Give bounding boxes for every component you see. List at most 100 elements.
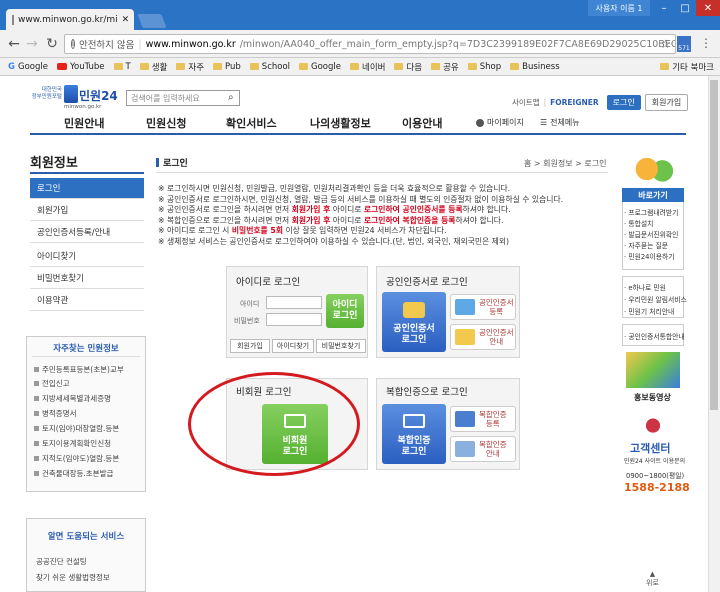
cert-guide-button[interactable]: 공인인증서 안내 bbox=[450, 324, 516, 350]
cert-register-button[interactable]: 공인인증서 등록 bbox=[450, 294, 516, 320]
quick-link[interactable]: · 통합설치 bbox=[624, 218, 653, 228]
quick-link[interactable]: · 자주묻는 질문 bbox=[624, 240, 668, 250]
reload-icon[interactable]: ↻ bbox=[44, 35, 60, 53]
bookmark-folder[interactable]: Business bbox=[510, 62, 560, 72]
allmenu-label: 전체메뉴 bbox=[550, 118, 580, 127]
quick-link[interactable]: · 발급문서진위확인 bbox=[624, 229, 678, 239]
scrollbar-thumb[interactable] bbox=[710, 80, 718, 410]
back-icon[interactable]: ← bbox=[6, 35, 22, 53]
find-id-button[interactable]: 아이디찾기 bbox=[272, 339, 314, 353]
help-item[interactable]: 공공진단 컨설팅 bbox=[36, 556, 87, 567]
site-logo[interactable]: 대한민국 정부민원포털 민원24 minwon.go.kr bbox=[30, 85, 120, 111]
login-button[interactable]: 로그인 bbox=[606, 95, 641, 110]
nav-usage-guide[interactable]: 이용안내 bbox=[402, 115, 442, 131]
mypage-label: 마이페이지 bbox=[487, 118, 524, 127]
promo-label[interactable]: 홍보동영상 bbox=[634, 392, 671, 403]
extension-icon[interactable]: 571 bbox=[677, 36, 691, 52]
top-label: 위로 bbox=[646, 579, 659, 587]
bookmark-other[interactable]: 기타 북마크 bbox=[660, 61, 714, 73]
quick-link[interactable]: · 민원기 처리안내 bbox=[624, 306, 674, 316]
sidebar-item-terms[interactable]: 이용약관 bbox=[30, 290, 144, 311]
close-window-icon[interactable]: ✕ bbox=[696, 0, 720, 16]
menu-icon[interactable]: ⋮ bbox=[700, 36, 712, 50]
allmenu-link[interactable]: ☰ 전체메뉴 bbox=[540, 117, 580, 128]
btn-line: 로그인 bbox=[332, 311, 358, 321]
quick-link[interactable]: · 프로그램내려받기 bbox=[624, 207, 678, 217]
sidebar-item-find-id[interactable]: 아이디찾기 bbox=[30, 246, 144, 267]
bookmark-label: Pub bbox=[225, 61, 241, 72]
sidebar-item-find-pw[interactable]: 비밀번호찾기 bbox=[30, 268, 144, 289]
quick-link[interactable]: · 공인인증서통합안내 bbox=[624, 331, 685, 341]
tab-title: www.minwon.go.kr/mi bbox=[18, 15, 118, 25]
bookmark-label: 네이버 bbox=[362, 62, 386, 73]
maximize-icon[interactable]: □ bbox=[675, 0, 695, 16]
bullet-icon bbox=[34, 411, 39, 416]
bookmark-folder[interactable]: 자주 bbox=[176, 61, 204, 73]
sidebar-item-join[interactable]: 회원가입 bbox=[30, 200, 144, 221]
sidebar-item-cert[interactable]: 공인인증서등록/안내 bbox=[30, 222, 144, 243]
promo-video-thumbnail[interactable] bbox=[626, 352, 680, 388]
bookmark-folder[interactable]: T bbox=[113, 62, 131, 72]
search-icon[interactable]: ⌕ bbox=[228, 92, 234, 103]
multi-register-button[interactable]: 복합인증 등록 bbox=[450, 406, 516, 432]
star-icon[interactable]: ☆ bbox=[660, 37, 671, 51]
nav-my-life-info[interactable]: 나의생활정보 bbox=[310, 115, 371, 131]
bookmark-youtube[interactable]: YouTube bbox=[56, 62, 105, 72]
cert-login-button[interactable]: 공인인증서 로그인 bbox=[382, 292, 446, 352]
nav-verify-service[interactable]: 확인서비스 bbox=[226, 115, 277, 131]
nav-minwon-info[interactable]: 민원안내 bbox=[64, 115, 104, 131]
join-button[interactable]: 회원가입 bbox=[644, 94, 689, 111]
sidebar-item-login[interactable]: 로그인 bbox=[30, 178, 144, 199]
help-item[interactable]: 찾기 쉬운 생활법령정보 bbox=[36, 572, 110, 583]
menu-grid-icon: ☰ bbox=[540, 118, 548, 127]
mypage-link[interactable]: 마이페이지 bbox=[476, 117, 524, 128]
nav-minwon-apply[interactable]: 민원신청 bbox=[146, 115, 186, 131]
sitemap-link[interactable]: 사이트맵 bbox=[512, 97, 540, 108]
faq-item[interactable]: 토지(임야)대장열람.등본 bbox=[34, 423, 119, 434]
bookmark-folder[interactable]: 생활 bbox=[139, 61, 167, 73]
folder-icon bbox=[394, 63, 404, 70]
bookmark-folder[interactable]: 다음 bbox=[394, 61, 422, 73]
bookmark-folder[interactable]: Google bbox=[299, 62, 341, 72]
foreigner-link[interactable]: FOREIGNER bbox=[550, 98, 599, 107]
new-tab-button[interactable] bbox=[137, 14, 167, 28]
faq-item[interactable]: 지적도(임야도)열람.등본 bbox=[34, 453, 119, 464]
multi-guide-button[interactable]: 복합인증 안내 bbox=[450, 436, 516, 462]
faq-item[interactable]: 전입신고 bbox=[34, 378, 70, 389]
faq-item[interactable]: 지방세세목별과세증명 bbox=[34, 393, 111, 404]
close-tab-icon[interactable]: ✕ bbox=[122, 15, 130, 25]
scroll-top-button[interactable]: ▲ 위로 bbox=[646, 570, 659, 588]
bookmark-google[interactable]: G Google bbox=[8, 62, 48, 72]
bookmark-folder[interactable]: Shop bbox=[467, 62, 501, 72]
user-badge[interactable]: 사용자 이름 1 bbox=[588, 0, 650, 16]
faq-item[interactable]: 병적증명서 bbox=[34, 408, 77, 419]
faq-label: 지방세세목별과세증명 bbox=[42, 394, 111, 403]
faq-rule bbox=[32, 356, 140, 357]
minimize-icon[interactable]: – bbox=[654, 0, 674, 16]
logo-sub: minwon.go.kr bbox=[64, 104, 102, 110]
bookmark-folder[interactable]: Pub bbox=[213, 62, 241, 72]
bookmark-folder[interactable]: School bbox=[249, 62, 290, 72]
cert-login-title: 공인인증서로 로그인 bbox=[386, 277, 468, 288]
quick-link[interactable]: · 우리민원 알림서비스 bbox=[624, 294, 687, 304]
faq-item[interactable]: 주민등록표등본(초본)교부 bbox=[34, 364, 124, 375]
quick-link[interactable]: · 민원24이용하기 bbox=[624, 251, 675, 261]
quick-link[interactable]: · e하나로 민원 bbox=[624, 282, 666, 292]
opt-line: 복합인증 bbox=[479, 410, 507, 419]
bookmark-folder[interactable]: 공유 bbox=[431, 61, 459, 73]
forward-icon[interactable]: → bbox=[24, 35, 40, 53]
password-input[interactable] bbox=[266, 313, 322, 326]
browser-tab[interactable]: www.minwon.go.kr/mi ✕ bbox=[6, 9, 134, 31]
site-search-input[interactable]: 검색어를 입력하세요 bbox=[126, 90, 240, 106]
multi-login-button[interactable]: 복합인증 로그인 bbox=[382, 404, 446, 464]
faq-item[interactable]: 토지이용계획확인신청 bbox=[34, 438, 111, 449]
login-notes: ※ 로그인하시면 민원신청, 민원발급, 민원열람, 민원처리결과확인 등을 더… bbox=[158, 184, 610, 248]
id-login-button[interactable]: 아이디 로그인 bbox=[326, 294, 364, 328]
id-input[interactable] bbox=[266, 296, 322, 309]
faq-item[interactable]: 건축물대장등.초본발급 bbox=[34, 468, 113, 479]
join-link-button[interactable]: 회원가입 bbox=[230, 339, 270, 353]
address-bar[interactable]: i 안전하지 않음 | www.minwon.go.kr/minwon/AA04… bbox=[64, 34, 676, 54]
bookmark-folder[interactable]: 네이버 bbox=[350, 61, 385, 73]
find-pw-button[interactable]: 비밀번호찾기 bbox=[316, 339, 366, 353]
security-label: 안전하지 않음 bbox=[78, 40, 135, 51]
